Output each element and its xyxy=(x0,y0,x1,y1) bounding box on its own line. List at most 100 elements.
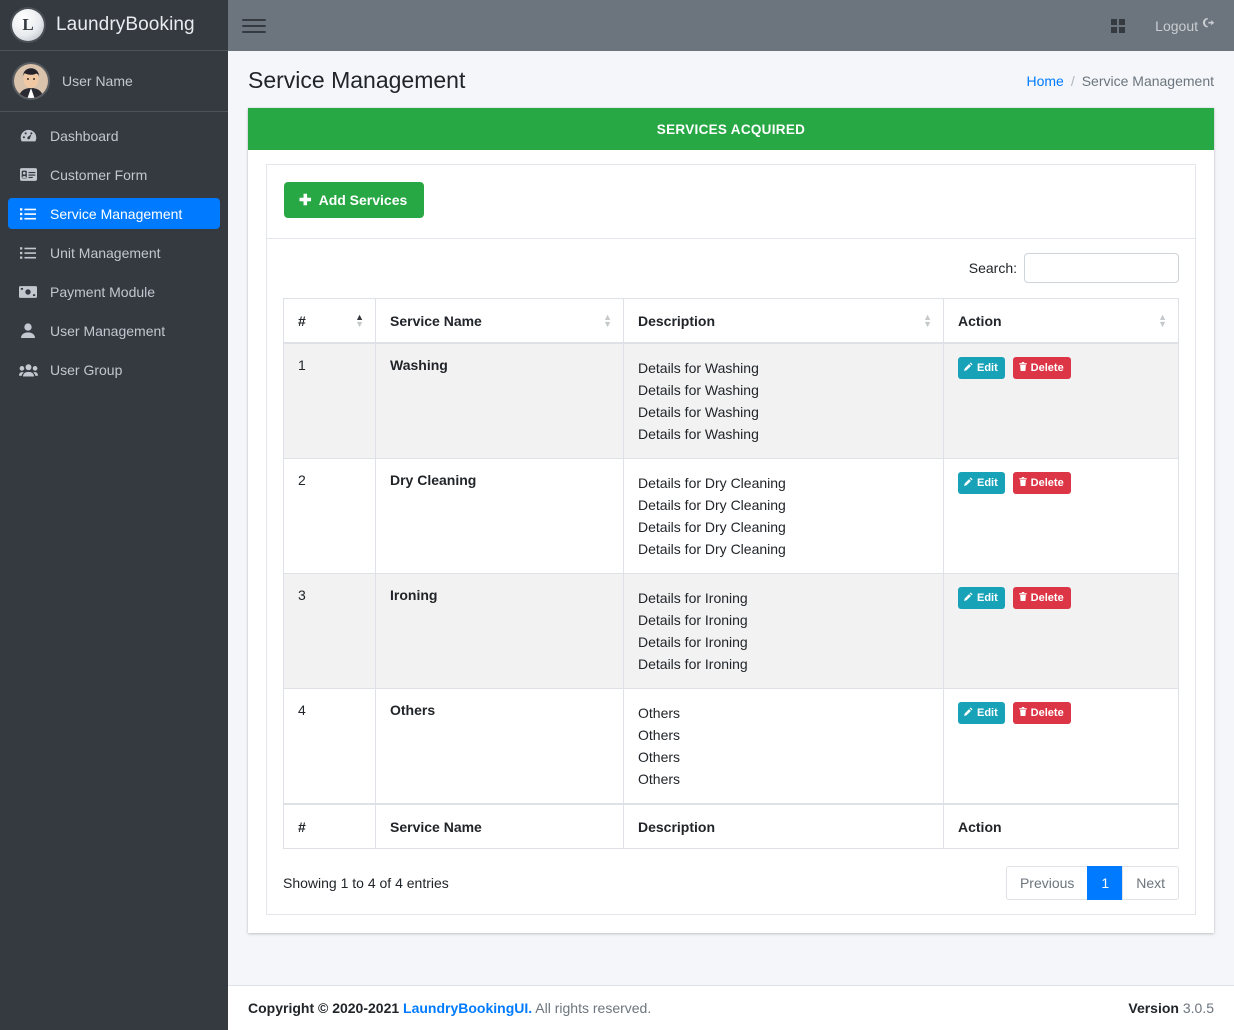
description-line: Others xyxy=(638,746,931,768)
cell-num: 2 xyxy=(284,459,376,574)
sidebar-item-user-management[interactable]: User Management xyxy=(8,315,220,346)
search-row: Search: xyxy=(283,253,1179,283)
edit-label: Edit xyxy=(977,363,998,374)
column-header-label: Service Name xyxy=(390,313,482,329)
column-header-action[interactable]: Action ▲▼ xyxy=(944,299,1179,344)
sidebar-item-label: Service Management xyxy=(50,206,182,222)
pagination-page-1-button[interactable]: 1 xyxy=(1087,866,1123,900)
entries-info: Showing 1 to 4 of 4 entries xyxy=(283,875,449,891)
table-row: 3 Ironing Details for Ironing Details fo… xyxy=(284,574,1179,689)
table-row: 1 Washing Details for Washing Details fo… xyxy=(284,343,1179,459)
table-head: # ▲▼ Service Name ▲▼ Descrip xyxy=(284,299,1179,344)
content: SERVICES ACQUIRED ✚ Add Services Se xyxy=(228,108,1234,963)
brand-logo-icon: L xyxy=(12,9,44,41)
delete-button[interactable]: Delete xyxy=(1013,472,1071,494)
edit-label: Edit xyxy=(977,708,998,719)
delete-label: Delete xyxy=(1031,593,1064,604)
brand-link[interactable]: L LaundryBooking xyxy=(0,0,228,51)
edit-button[interactable]: Edit xyxy=(958,587,1005,609)
description-line: Details for Dry Cleaning xyxy=(638,494,931,516)
avatar xyxy=(14,64,48,98)
cell-description: Others Others Others Others xyxy=(624,689,944,805)
pencil-icon xyxy=(964,592,973,604)
sidebar-item-customer-form[interactable]: Customer Form xyxy=(8,159,220,190)
tachometer-icon xyxy=(18,128,38,144)
description-line: Details for Washing xyxy=(638,423,931,445)
column-header-label: Action xyxy=(958,313,1002,329)
datatable-wrapper: Search: # ▲▼ xyxy=(267,239,1195,914)
sidebar-item-payment-module[interactable]: Payment Module xyxy=(8,276,220,307)
pagination: Previous 1 Next xyxy=(1006,866,1179,900)
edit-label: Edit xyxy=(977,478,998,489)
sidebar: L LaundryBooking User Name xyxy=(0,0,228,1030)
trash-icon xyxy=(1019,477,1027,489)
pagination-next-button[interactable]: Next xyxy=(1122,866,1179,900)
column-header-description[interactable]: Description ▲▼ xyxy=(624,299,944,344)
edit-button[interactable]: Edit xyxy=(958,472,1005,494)
sidebar-item-service-management[interactable]: Service Management xyxy=(8,198,220,229)
description-line: Details for Ironing xyxy=(638,631,931,653)
search-label: Search: xyxy=(969,260,1017,276)
sidebar-nav: Dashboard Customer Form Service Manageme… xyxy=(0,112,228,393)
cell-service-name: Washing xyxy=(376,343,624,459)
description-line: Details for Ironing xyxy=(638,587,931,609)
brand-footer-link[interactable]: LaundryBookingUI. xyxy=(403,1000,532,1016)
topbar: Logout xyxy=(228,0,1234,51)
sort-asc-icon: ▲▼ xyxy=(355,314,364,328)
services-table: # ▲▼ Service Name ▲▼ Descrip xyxy=(283,298,1179,849)
sidebar-item-label: Unit Management xyxy=(50,245,161,261)
cell-action: Edit Delete xyxy=(944,343,1179,459)
users-icon xyxy=(18,362,38,378)
breadcrumb-current: Service Management xyxy=(1082,73,1214,89)
logout-label: Logout xyxy=(1155,18,1198,34)
sort-none-icon: ▲▼ xyxy=(603,314,612,328)
card-header: SERVICES ACQUIRED xyxy=(248,108,1214,150)
th-large-icon[interactable] xyxy=(1111,19,1125,33)
edit-button[interactable]: Edit xyxy=(958,357,1005,379)
search-input[interactable] xyxy=(1024,253,1179,283)
pagination-previous-button[interactable]: Previous xyxy=(1006,866,1088,900)
cell-description: Details for Ironing Details for Ironing … xyxy=(624,574,944,689)
services-card: SERVICES ACQUIRED ✚ Add Services Se xyxy=(248,108,1214,933)
column-header-label: # xyxy=(298,313,306,329)
description-line: Others xyxy=(638,702,931,724)
description-line: Details for Dry Cleaning xyxy=(638,516,931,538)
description-line: Others xyxy=(638,724,931,746)
sidebar-item-unit-management[interactable]: Unit Management xyxy=(8,237,220,268)
sidebar-item-dashboard[interactable]: Dashboard xyxy=(8,120,220,151)
edit-button[interactable]: Edit xyxy=(958,702,1005,724)
footer-column-action: Action xyxy=(944,804,1179,849)
user-panel[interactable]: User Name xyxy=(0,51,228,112)
description-line: Others xyxy=(638,768,931,790)
add-services-button[interactable]: ✚ Add Services xyxy=(284,182,424,218)
description-line: Details for Ironing xyxy=(638,609,931,631)
column-header-num[interactable]: # ▲▼ xyxy=(284,299,376,344)
description-line: Details for Ironing xyxy=(638,653,931,675)
edit-label: Edit xyxy=(977,593,998,604)
column-header-label: Description xyxy=(638,313,715,329)
delete-label: Delete xyxy=(1031,478,1064,489)
cell-action: Edit Delete xyxy=(944,689,1179,805)
list-ul-icon xyxy=(18,245,38,261)
toolbar: ✚ Add Services xyxy=(267,165,1195,239)
cell-action: Edit Delete xyxy=(944,459,1179,574)
list-ul-icon xyxy=(18,206,38,222)
cell-service-name: Ironing xyxy=(376,574,624,689)
card-body: ✚ Add Services Search: xyxy=(248,150,1214,933)
hamburger-icon[interactable] xyxy=(242,14,266,38)
logout-button[interactable]: Logout xyxy=(1155,17,1216,34)
delete-button[interactable]: Delete xyxy=(1013,587,1071,609)
content-header: Service Management Home / Service Manage… xyxy=(228,51,1234,108)
delete-button[interactable]: Delete xyxy=(1013,357,1071,379)
sidebar-item-user-group[interactable]: User Group xyxy=(8,354,220,385)
breadcrumb-home-link[interactable]: Home xyxy=(1026,73,1063,89)
cell-num: 3 xyxy=(284,574,376,689)
table-foot: # Service Name Description Action xyxy=(284,804,1179,849)
version-number: 3.0.5 xyxy=(1183,1000,1214,1016)
column-header-service-name[interactable]: Service Name ▲▼ xyxy=(376,299,624,344)
sidebar-item-label: Customer Form xyxy=(50,167,147,183)
pencil-icon xyxy=(964,707,973,719)
add-services-label: Add Services xyxy=(319,192,408,208)
card-header-title: SERVICES ACQUIRED xyxy=(657,122,805,137)
delete-button[interactable]: Delete xyxy=(1013,702,1071,724)
